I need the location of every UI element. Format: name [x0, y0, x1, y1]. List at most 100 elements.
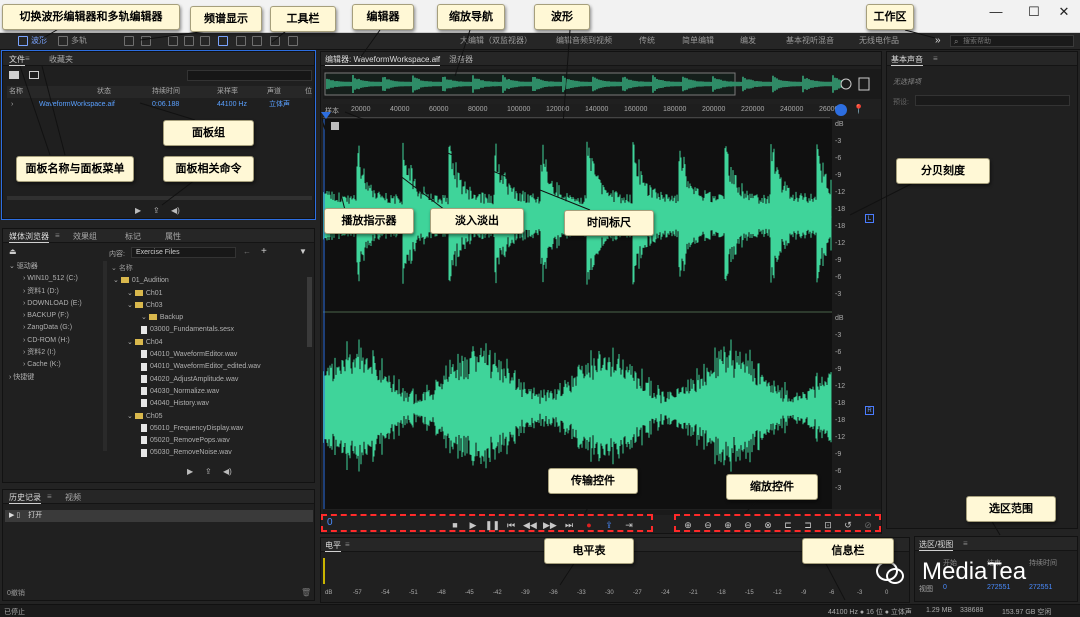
folder-item[interactable]: ⌄ Ch03 — [109, 300, 307, 312]
vertical-scrollbar[interactable] — [307, 277, 312, 347]
tab-effects-rack[interactable]: 效果组 — [73, 231, 97, 242]
col-channels[interactable]: 声道 — [267, 86, 281, 98]
zoom-selection-icon[interactable]: ⊡ — [822, 519, 834, 531]
marquee-tool-icon[interactable] — [236, 36, 246, 46]
zoom-reset-icon[interactable]: ↺ — [842, 519, 854, 531]
play-button[interactable]: ▶ — [467, 519, 479, 531]
new-file-icon[interactable] — [29, 71, 39, 79]
chevron-icon[interactable]: ⌄ — [127, 339, 135, 346]
panel-menu-icon[interactable]: ≡ — [933, 54, 938, 63]
go-to-start-button[interactable]: ⏮ — [505, 519, 517, 531]
shortcuts-item[interactable]: › 快捷键 — [5, 372, 102, 384]
spectral-display-icon[interactable] — [141, 36, 151, 46]
tab-markers[interactable]: 标记 — [125, 231, 141, 242]
file-item[interactable]: 04040_History.wav — [109, 398, 307, 410]
time-display[interactable]: 0 — [327, 517, 333, 528]
insert-icon[interactable]: ⇪ — [153, 206, 160, 215]
chevron-icon[interactable]: ⌄ — [127, 290, 135, 297]
loop-button[interactable]: ⇪ — [603, 519, 615, 531]
trash-icon[interactable]: 🗑 — [301, 588, 311, 597]
zoom-in-amplitude-icon[interactable]: ⊕ — [682, 519, 694, 531]
stop-button[interactable]: ■ — [449, 519, 461, 531]
col-name[interactable]: 名称 — [9, 86, 23, 98]
drive-item[interactable]: › 资料1 (D:) — [5, 286, 102, 298]
workspace-item[interactable]: 基本视听混音 — [786, 35, 834, 47]
table-row[interactable]: › WaveformWorkspace.aif 0:06.188 44100 H… — [7, 99, 312, 111]
workspace-item[interactable]: 编发 — [740, 35, 756, 47]
open-folder-icon[interactable] — [9, 71, 19, 79]
close-button[interactable]: ✕ — [1044, 3, 1080, 21]
rewind-button[interactable]: ◀◀ — [523, 519, 537, 531]
col-status[interactable]: 状态 — [97, 86, 111, 98]
panel-menu-icon[interactable]: ≡ — [435, 54, 440, 63]
pause-button[interactable]: ❚❚ — [485, 519, 500, 531]
panel-menu-icon[interactable]: ≡ — [345, 540, 350, 549]
workspace-item[interactable]: 大编辑（双监视器） — [460, 35, 532, 47]
workspace-item[interactable]: 无线电作品 — [859, 35, 899, 47]
help-search-input[interactable] — [950, 35, 1074, 47]
channel-l-toggle[interactable]: L — [865, 214, 874, 223]
tab-levels[interactable]: 电平 — [325, 540, 341, 552]
col-bits[interactable]: 位 — [305, 86, 312, 98]
chevron-icon[interactable]: ⌄ — [127, 302, 135, 309]
time-selection-tool-icon[interactable] — [218, 36, 228, 46]
insert-icon[interactable]: ⇪ — [205, 467, 212, 476]
skip-button[interactable]: ⇥ — [623, 519, 635, 531]
tab-video[interactable]: 视频 — [65, 492, 81, 503]
tab-files[interactable]: 文件 — [9, 54, 25, 66]
drives-header[interactable]: ⌄ 驱动器 — [5, 261, 102, 273]
panel-menu-icon[interactable]: ≡ — [55, 231, 60, 240]
drive-item[interactable]: › 资料2 (I:) — [5, 347, 102, 359]
folder-item[interactable]: ⌄ Ch01 — [109, 288, 307, 300]
panel-menu-icon[interactable]: ≡ — [25, 54, 30, 63]
fast-forward-button[interactable]: ▶▶ — [543, 519, 557, 531]
file-item[interactable]: 05020_RemovePops.wav — [109, 435, 307, 447]
lasso-tool-icon[interactable] — [252, 36, 262, 46]
waveform-display-icon[interactable] — [124, 36, 134, 46]
history-item[interactable]: ▶ ▯ 打开 — [5, 510, 313, 522]
content-dropdown[interactable]: Exercise Files — [131, 247, 236, 258]
chevron-icon[interactable]: ⌄ — [127, 413, 135, 420]
volume-icon[interactable]: ◀) — [223, 467, 232, 476]
drive-item[interactable]: › CD-ROM (H:) — [5, 335, 102, 347]
preset-dropdown[interactable] — [915, 95, 1070, 106]
zoom-in-time-icon[interactable]: ⊕ — [722, 519, 734, 531]
tab-selection-view[interactable]: 选区/视图 — [919, 539, 954, 551]
panel-menu-icon[interactable]: ≡ — [47, 492, 52, 501]
zoom-out-time-icon[interactable]: ⊖ — [742, 519, 754, 531]
file-item[interactable]: 04030_Normalize.wav — [109, 386, 307, 398]
spot-healing-icon[interactable] — [288, 36, 298, 46]
fade-in-handle[interactable] — [331, 122, 339, 130]
record-button[interactable]: ● — [583, 519, 595, 531]
drive-item[interactable]: › ZangData (G:) — [5, 322, 102, 334]
pin-icon[interactable]: 📍 — [853, 104, 864, 115]
multitrack-view-icon[interactable] — [58, 36, 68, 46]
filter-icon[interactable]: ▼ — [299, 247, 307, 256]
file-item[interactable]: 05030_RemoveNoise.wav — [109, 447, 307, 457]
drive-item[interactable]: › WIN10_512 (C:) — [5, 273, 102, 285]
workspace-item[interactable]: 简单编辑 — [682, 35, 714, 47]
play-preview-icon[interactable]: ▶ — [187, 467, 193, 476]
multitrack-mode-button[interactable]: 多轨 — [71, 35, 87, 47]
move-tool-icon[interactable] — [168, 36, 178, 46]
zoom-in-start-icon[interactable]: ⊏ — [782, 519, 794, 531]
tab-media-browser[interactable]: 媒体浏览器 — [9, 231, 49, 243]
tab-essential-sound[interactable]: 基本声音 — [891, 54, 923, 66]
col-duration[interactable]: 持续时间 — [152, 86, 180, 98]
chevron-icon[interactable]: ⌄ — [113, 277, 121, 284]
tab-history[interactable]: 历史记录 — [9, 492, 41, 504]
folder-item[interactable]: ⌄ Ch04 — [109, 337, 307, 349]
col-samplerate[interactable]: 采样率 — [217, 86, 238, 98]
waveform-view-icon[interactable] — [18, 36, 28, 46]
minimize-button[interactable]: — — [976, 3, 1016, 21]
file-item[interactable]: 04010_WaveformEditor_edited.wav — [109, 361, 307, 373]
razor-tool-icon[interactable] — [184, 36, 194, 46]
back-arrow-icon[interactable]: ← — [243, 247, 251, 256]
drive-item[interactable]: › DOWNLOAD (E:) — [5, 298, 102, 310]
files-search-input[interactable] — [187, 70, 312, 81]
panel-menu-icon[interactable]: ≡ — [963, 539, 968, 548]
tab-favorites[interactable]: 收藏夹 — [49, 54, 73, 65]
workspace-item[interactable]: 编辑音频到视频 — [556, 35, 612, 47]
waveform-mode-button[interactable]: 波形 — [31, 35, 47, 47]
file-item[interactable]: 04010_WaveformEditor.wav — [109, 349, 307, 361]
